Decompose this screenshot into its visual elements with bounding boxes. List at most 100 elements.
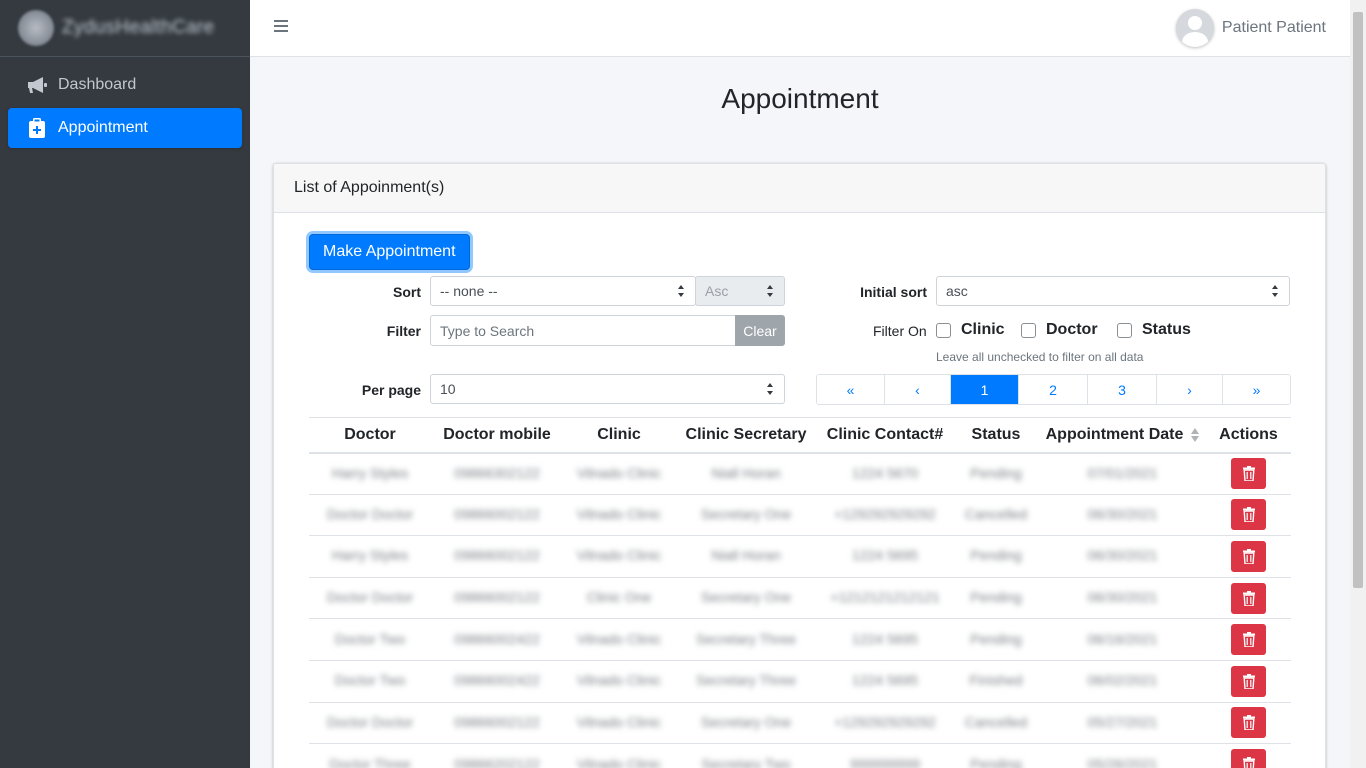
cell-text: 999999999 [849,755,921,768]
table-cell: Secretary Three [675,659,817,703]
cell-text: 09866002422 [454,630,540,647]
cell-text: Harry Styles [331,547,409,564]
delete-button[interactable] [1231,540,1266,572]
sort-select[interactable]: -- none -- [430,276,696,306]
sidebar-item-label: Dashboard [58,76,137,93]
cell-text: Pending [970,630,1022,647]
per-page-label: Per page [361,382,421,398]
cell-text: 1224 5695 [851,630,919,647]
page-prev-button[interactable]: ‹ [885,375,951,404]
column-header-clinic-contact[interactable]: Clinic Contact# [817,417,953,454]
actions-cell [1206,576,1291,619]
sort-direction-select[interactable]: Asc [695,276,785,306]
cell-text: 1224 5695 [851,672,919,689]
table-row: Doctor Three 09866202122 Vilnado Clinic Sec… [309,743,1291,768]
sidebar-nav: Dashboard Appointment [0,57,250,148]
trash-icon [1242,466,1255,482]
cell-text: 06/30/2021 [1087,505,1158,522]
cell-text: Finished [969,672,1023,689]
table-cell: Vilnado Clinic [563,659,675,703]
delete-button[interactable] [1231,624,1266,656]
table-cell: 06/30/2021 [1039,576,1206,619]
delete-button[interactable] [1231,582,1266,614]
checkbox-label: Status [1142,321,1191,338]
table-cell: Vilnado Clinic [563,743,675,768]
actions-cell [1206,701,1291,744]
cell-text: Vilnado Clinic [576,630,662,647]
cell-text: Vilnado Clinic [576,672,662,689]
column-header-clinic-secretary[interactable]: Clinic Secretary [675,417,817,454]
brand[interactable]: ZydusHealthCare [0,0,250,57]
table-cell: Doctor Doctor [309,493,431,536]
column-header-status[interactable]: Status [953,417,1039,454]
delete-button[interactable] [1231,665,1266,697]
page-2-button[interactable]: 2 [1019,375,1088,404]
cell-text: 09866002122 [454,547,540,564]
column-header-doctor-mobile[interactable]: Doctor mobile [431,417,563,454]
clear-button[interactable]: Clear [735,315,785,346]
cell-text: 09866002122 [454,505,540,522]
brand-name: ZydusHealthCare [62,17,215,38]
delete-button[interactable] [1231,749,1266,768]
topbar: Patient Patient [250,0,1350,57]
cell-text: Pending [970,464,1022,481]
table-cell: Harry Styles [309,535,431,578]
filter-doctor-checkbox[interactable]: Doctor [1021,321,1098,339]
page-next-button[interactable]: › [1157,375,1223,404]
page-1-button[interactable]: 1 [951,375,1019,404]
cell-text: +129292929292 [834,505,936,522]
table-cell: Vilnado Clinic [563,493,675,536]
column-header-appointment-date[interactable]: Appointment Date [1039,417,1206,454]
page-3-button[interactable]: 3 [1088,375,1157,404]
column-header-clinic[interactable]: Clinic [563,417,675,454]
clipboard-plus-icon [26,117,48,139]
table-cell: Vilnado Clinic [563,701,675,744]
delete-button[interactable] [1231,499,1266,531]
table-cell: Secretary One [675,493,817,536]
actions-cell [1206,618,1291,661]
page-last-button[interactable]: » [1223,375,1290,404]
table-cell: 1224 5670 [817,452,953,495]
table-cell: 05/26/2021 [1039,743,1206,768]
make-appointment-button[interactable]: Make Appointment [309,234,470,270]
column-header-doctor[interactable]: Doctor [309,417,431,454]
cell-text: Cancelled [964,713,1028,730]
table-cell: Cancelled [953,701,1039,744]
table-cell: Pending [953,452,1039,495]
filter-input[interactable]: Type to Search [430,315,736,346]
column-header-actions: Actions [1206,417,1291,454]
filter-clinic-checkbox[interactable]: Clinic [936,321,1005,339]
filter-status-checkbox[interactable]: Status [1117,321,1191,339]
initial-sort-select[interactable]: asc [936,276,1290,306]
column-header-label: Appointment Date [1045,425,1184,443]
per-page-select[interactable]: 10 [430,374,785,404]
table-cell: Secretary Two [675,743,817,768]
cell-text: Clinic One [586,589,652,606]
initial-sort-value: asc [946,283,968,299]
main-content: Appointment List of Appoinment(s) Make A… [250,57,1350,768]
cell-text: 09866002422 [454,672,540,689]
delete-button[interactable] [1231,707,1266,739]
scrollbar-thumb[interactable] [1353,12,1363,588]
table-cell: Doctor Doctor [309,576,431,619]
table-cell: 09866202122 [431,743,563,768]
checkbox-label: Clinic [961,321,1005,338]
delete-button[interactable] [1231,458,1266,490]
table-cell: 1224 5695 [817,618,953,661]
hamburger-menu-icon[interactable] [274,20,288,34]
scrollbar[interactable] [1350,0,1366,768]
user-menu[interactable]: Patient Patient [1175,9,1326,47]
table-cell: Pending [953,535,1039,578]
appointments-table: Doctor Doctor mobile Clinic Clinic Secre… [309,417,1291,768]
sidebar-item-appointment[interactable]: Appointment [8,108,242,148]
page-first-button[interactable]: « [817,375,885,404]
user-name: Patient Patient [1221,19,1326,36]
table-cell: Doctor Two [309,659,431,703]
table-cell: 06/02/2021 [1039,659,1206,703]
sidebar-item-dashboard[interactable]: Dashboard [8,65,242,105]
table-cell: 06/30/2021 [1039,493,1206,536]
trash-icon [1242,590,1255,606]
table-cell: Secretary One [675,576,817,619]
table-cell: Doctor Two [309,618,431,661]
cell-text: 06/30/2021 [1087,547,1158,564]
